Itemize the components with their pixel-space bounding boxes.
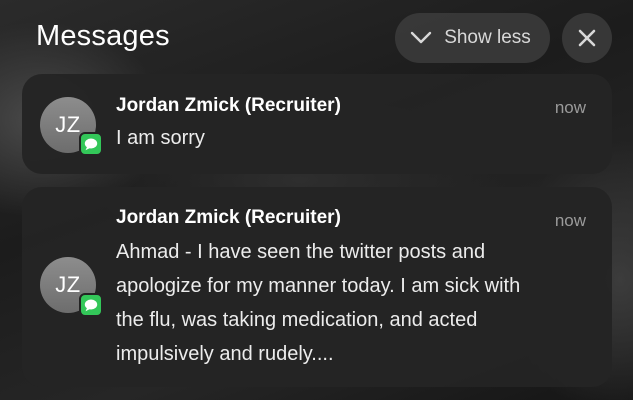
messages-app-icon (79, 132, 103, 156)
clear-notifications-button[interactable] (562, 13, 612, 63)
avatar-initials: JZ (55, 272, 81, 297)
notification-card[interactable]: JZ Jordan Zmick (Recruiter) now Ahmad - … (22, 187, 612, 387)
chevron-down-icon (410, 31, 432, 44)
sender-name: Jordan Zmick (Recruiter) (116, 95, 341, 116)
close-icon (578, 29, 596, 47)
speech-bubble-icon (84, 299, 98, 311)
message-line: I am sorry (116, 127, 205, 149)
message-line: apologize for my manner today. I am sick… (116, 275, 521, 297)
notification-card[interactable]: JZ Jordan Zmick (Recruiter) now I am sor… (22, 74, 612, 174)
message-line: the flu, was taking medication, and acte… (116, 309, 478, 331)
show-less-label: Show less (444, 27, 531, 48)
timestamp: now (554, 98, 586, 117)
group-title: Messages (36, 20, 170, 52)
sender-name: Jordan Zmick (Recruiter) (116, 207, 341, 228)
notification-group-header: Messages Show less (0, 0, 633, 76)
avatar-initials: JZ (55, 112, 81, 137)
message-line: impulsively and rudely.... (116, 343, 334, 365)
messages-app-icon (79, 293, 103, 317)
message-preview: I am sorry (116, 121, 205, 155)
message-preview: Ahmad - I have seen the twitter posts an… (116, 235, 596, 371)
timestamp: now (554, 211, 586, 230)
speech-bubble-icon (84, 138, 98, 150)
show-less-button[interactable]: Show less (395, 13, 550, 63)
message-line: Ahmad - I have seen the twitter posts an… (116, 241, 486, 263)
